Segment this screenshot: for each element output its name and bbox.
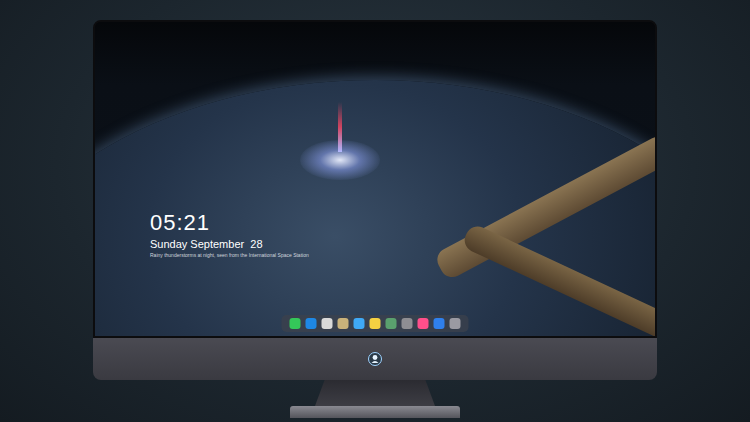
dock xyxy=(282,315,469,332)
brand-logo-icon xyxy=(368,352,382,366)
dock-app-icon[interactable] xyxy=(434,318,445,329)
monitor: 05:21 Sunday September 28 Rainy thundersto… xyxy=(93,20,657,422)
monitor-chin xyxy=(93,338,657,380)
wallpaper-caption: Rainy thunderstorms at night, seen from … xyxy=(150,252,309,258)
dock-app-icon[interactable] xyxy=(322,318,333,329)
clock-date: Sunday September 28 xyxy=(150,238,309,250)
dock-app-icon[interactable] xyxy=(418,318,429,329)
screen: 05:21 Sunday September 28 Rainy thundersto… xyxy=(93,20,657,338)
dock-app-icon[interactable] xyxy=(354,318,365,329)
dock-app-icon[interactable] xyxy=(290,318,301,329)
monitor-base xyxy=(290,406,460,418)
monitor-stand xyxy=(315,380,435,406)
dock-app-icon[interactable] xyxy=(306,318,317,329)
dock-app-icon[interactable] xyxy=(338,318,349,329)
dock-app-icon[interactable] xyxy=(450,318,461,329)
dock-app-icon[interactable] xyxy=(402,318,413,329)
wallpaper-photo xyxy=(95,22,655,336)
dock-app-icon[interactable] xyxy=(386,318,397,329)
lock-clock: 05:21 Sunday September 28 Rainy thundersto… xyxy=(150,210,309,258)
red-sprite xyxy=(338,102,342,152)
desktop-mockup: 05:21 Sunday September 28 Rainy thundersto… xyxy=(0,0,750,422)
dock-app-icon[interactable] xyxy=(370,318,381,329)
clock-time: 05:21 xyxy=(150,210,309,236)
